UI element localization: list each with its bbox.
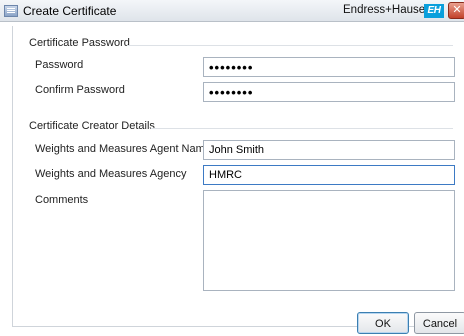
password-label: Password bbox=[35, 59, 84, 71]
close-button[interactable]: ✕ bbox=[448, 2, 464, 19]
password-field[interactable] bbox=[203, 57, 455, 77]
comments-label: Comments bbox=[35, 194, 89, 206]
brand-logo: EH bbox=[424, 4, 444, 18]
confirm-password-label: Confirm Password bbox=[35, 84, 125, 96]
password-group-divider bbox=[127, 45, 453, 46]
window-title: Create Certificate bbox=[23, 4, 117, 18]
title-bar[interactable]: Create Certificate Endress+Hauser EH ✕ bbox=[0, 0, 464, 22]
ok-button[interactable]: OK bbox=[357, 312, 409, 334]
brand-name: Endress+Hauser bbox=[343, 4, 429, 16]
password-group-title: Certificate Password bbox=[29, 37, 130, 49]
comments-field[interactable] bbox=[203, 190, 455, 291]
agent-name-label: Weights and Measures Agent Name bbox=[35, 143, 211, 155]
creator-group-title: Certificate Creator Details bbox=[29, 120, 155, 132]
agent-name-field[interactable] bbox=[203, 140, 455, 160]
close-icon: ✕ bbox=[452, 4, 462, 16]
cancel-button[interactable]: Cancel bbox=[414, 312, 464, 334]
agency-field[interactable] bbox=[203, 165, 455, 185]
agency-label: Weights and Measures Agency bbox=[35, 168, 187, 180]
creator-group-divider bbox=[151, 128, 453, 129]
certificate-window-icon bbox=[4, 5, 18, 17]
create-certificate-dialog: Create Certificate Endress+Hauser EH ✕ C… bbox=[0, 0, 464, 336]
confirm-password-field[interactable] bbox=[203, 82, 455, 102]
